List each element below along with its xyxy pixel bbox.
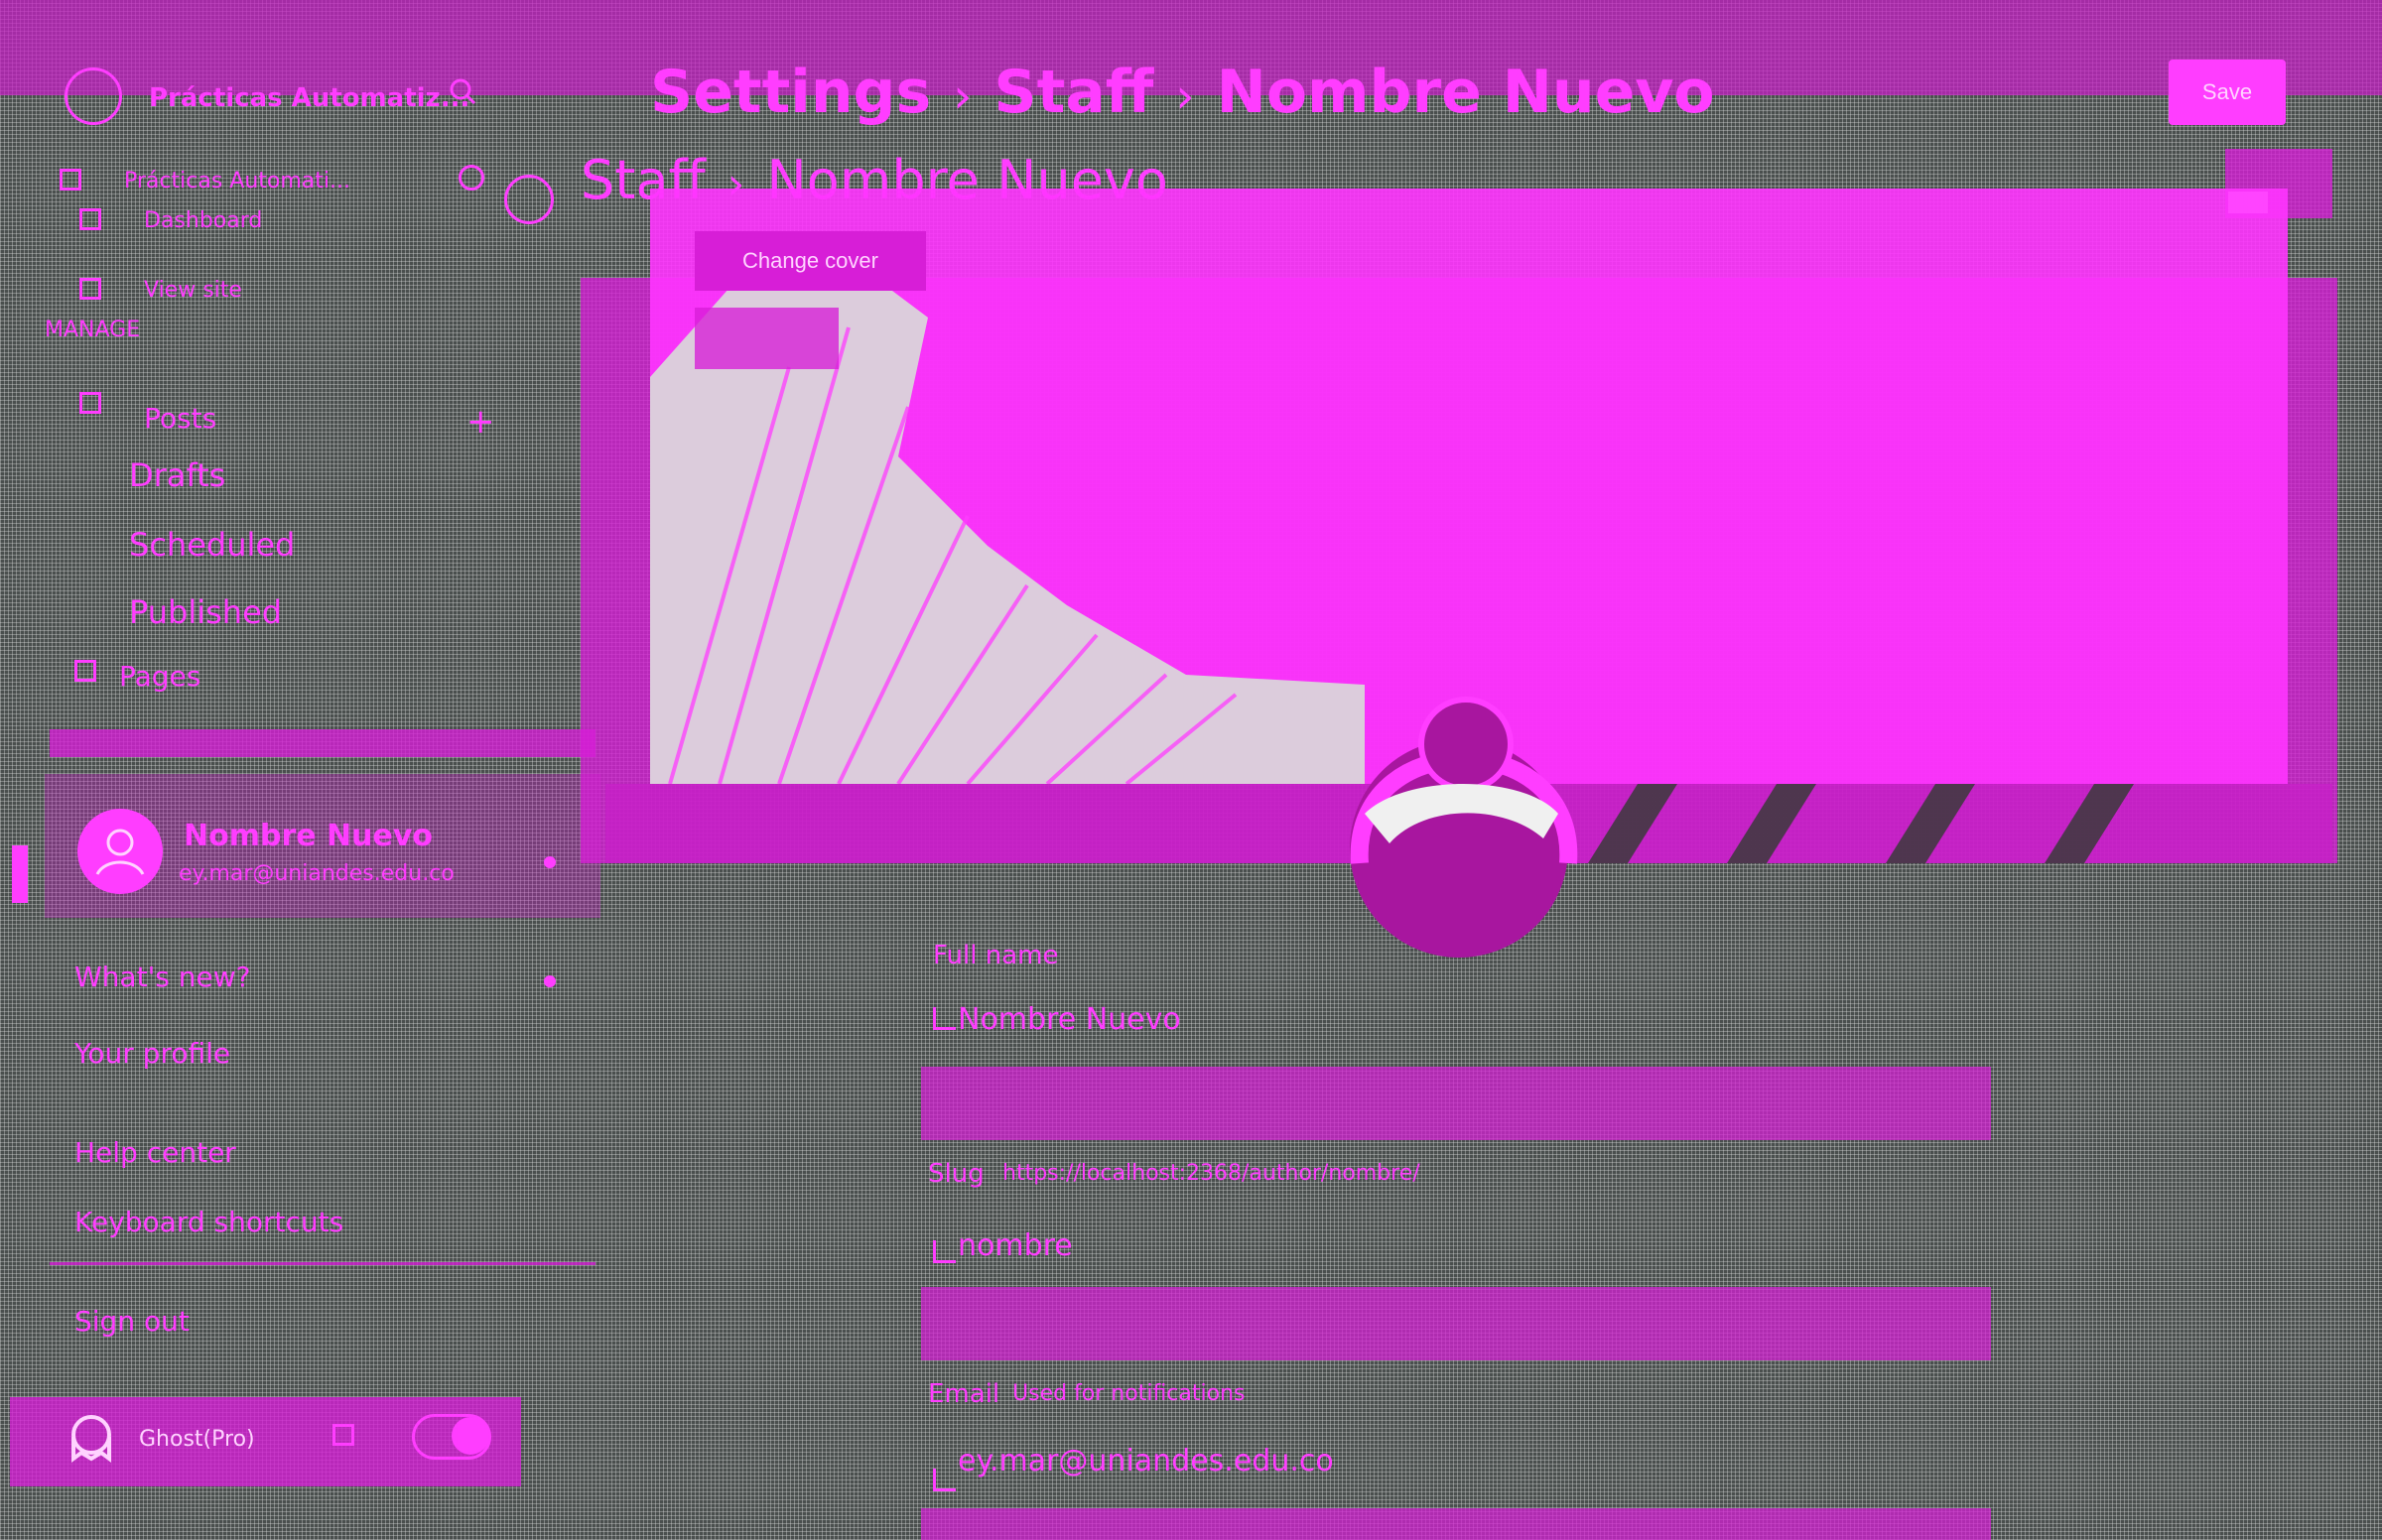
nav-sub-drafts[interactable]: Drafts	[129, 456, 225, 494]
breadcrumb: Settings › Staff › Nombre Nuevo	[650, 58, 1715, 127]
search-icon[interactable]	[449, 77, 476, 105]
new-indicator-dot	[544, 975, 556, 987]
manage-heading: MANAGE	[45, 318, 141, 342]
nav-sub-published[interactable]: Published	[129, 593, 282, 631]
menu-your-profile[interactable]: Your profile	[74, 1037, 230, 1070]
card-accent	[12, 845, 28, 903]
user-circle-icon[interactable]	[459, 165, 484, 191]
popover-top-border	[50, 729, 596, 757]
slug-label: Slug	[928, 1159, 985, 1189]
breadcrumb-staff[interactable]: Staff	[993, 58, 1153, 127]
user-name: Nombre Nuevo	[184, 819, 434, 853]
posts-icon	[79, 392, 101, 414]
slug-value: nombre	[958, 1228, 1073, 1263]
nav-item-view-site[interactable]: View site	[144, 278, 242, 303]
ghost-icon[interactable]	[62, 1409, 121, 1469]
nav-item-posts[interactable]: Posts	[144, 402, 216, 435]
caret-icon	[933, 1007, 956, 1030]
site-logo-icon[interactable]	[65, 67, 122, 125]
slug-input[interactable]	[921, 1287, 1991, 1360]
cover-overlay-chip	[695, 308, 839, 369]
user-email: ey.mar@uniandes.edu.co	[179, 861, 455, 886]
user-avatar[interactable]	[77, 809, 163, 894]
dashboard-icon	[79, 208, 101, 230]
caret-icon	[933, 1469, 956, 1491]
menu-whats-new[interactable]: What's new?	[74, 961, 251, 993]
nav-item-dashboard[interactable]: Dashboard	[144, 208, 262, 233]
email-label: Email	[928, 1379, 1000, 1409]
full-name-input[interactable]	[921, 1067, 1991, 1140]
site-name-secondary[interactable]: Prácticas Automati...	[124, 169, 350, 193]
email-helper: Used for notifications	[1012, 1381, 1246, 1406]
nav-sub-scheduled[interactable]: Scheduled	[129, 526, 295, 564]
footer-label[interactable]: Ghost(Pro)	[139, 1427, 255, 1452]
nav-item-pages[interactable]: Pages	[119, 660, 200, 693]
menu-divider	[50, 1262, 596, 1265]
save-button[interactable]: Save	[2169, 60, 2286, 125]
menu-sign-out[interactable]: Sign out	[74, 1305, 190, 1338]
cover-stripes	[1588, 784, 2134, 863]
back-icon[interactable]	[504, 175, 554, 224]
full-name-label: Full name	[933, 941, 1059, 970]
breadcrumb-current: Nombre Nuevo	[1216, 58, 1715, 127]
profile-avatar-icon	[1350, 697, 1578, 864]
full-name-value: Nombre Nuevo	[958, 1002, 1181, 1037]
slug-helper: https://localhost:2368/author/nombre/	[1002, 1161, 1420, 1186]
menu-keyboard-shortcuts[interactable]: Keyboard shortcuts	[74, 1206, 343, 1238]
email-value: ey.mar@uniandes.edu.co	[958, 1444, 1334, 1478]
caret-icon	[933, 1240, 956, 1263]
site-icon	[60, 169, 81, 191]
menu-help-center[interactable]: Help center	[74, 1136, 236, 1169]
settings-gear-icon[interactable]	[332, 1424, 354, 1446]
toggle-knob	[452, 1417, 489, 1455]
add-post-icon[interactable]: +	[466, 402, 495, 442]
email-input[interactable]	[921, 1508, 1991, 1540]
breadcrumb-settings[interactable]: Settings	[650, 58, 931, 127]
breadcrumb-separator: ›	[953, 68, 973, 124]
change-cover-button[interactable]: Change cover	[695, 231, 926, 291]
view-site-icon	[79, 278, 101, 300]
site-name[interactable]: Prácticas Automatiz...	[149, 83, 469, 113]
pages-icon	[74, 660, 96, 682]
breadcrumb-separator: ›	[1175, 68, 1195, 124]
status-dot	[544, 856, 556, 868]
